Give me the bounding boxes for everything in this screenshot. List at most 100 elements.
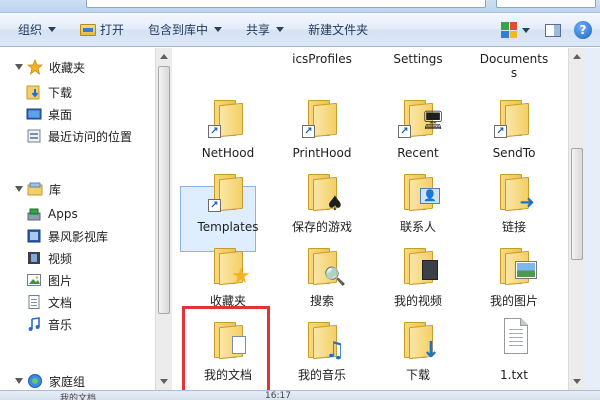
share-label: 共享: [246, 23, 271, 37]
file-label: Templates: [197, 220, 259, 234]
file-label: 下载: [405, 368, 430, 382]
file-item[interactable]: ♠ 保存的游戏: [276, 168, 368, 246]
expand-icon[interactable]: [14, 62, 24, 72]
file-label: 1.txt: [500, 368, 528, 382]
content-scrollbar[interactable]: [568, 48, 585, 390]
help-button[interactable]: ?: [570, 17, 596, 43]
file-label: 保存的游戏: [291, 220, 352, 234]
sidebar-item-label: 音乐: [48, 317, 73, 332]
sidebar-item-music[interactable]: 音乐: [0, 313, 155, 335]
scroll-down-icon[interactable]: [573, 379, 581, 384]
expand-icon[interactable]: [14, 184, 24, 194]
apps-library-icon: [26, 206, 42, 222]
file-item[interactable]: 👤 联系人: [372, 168, 464, 246]
chevron-down-icon: [48, 27, 57, 32]
preview-pane-button[interactable]: [540, 17, 566, 43]
file-item[interactable]: 1.txt: [468, 316, 560, 390]
organize-label: 组织: [18, 23, 43, 37]
contacts-folder-icon: 👤: [398, 168, 440, 212]
pictures-folder-icon: [494, 242, 536, 286]
file-item[interactable]: ♫ 我的音乐: [276, 316, 368, 390]
sidebar-item-favorites[interactable]: 收藏夹: [0, 56, 155, 78]
view-icon: [501, 22, 517, 38]
navigation-pane: 收藏夹 下载 桌面 最近访问的位置 库 Apps 暴风影视库 视频 图片 文档 …: [0, 48, 155, 390]
file-label: 链接: [501, 220, 526, 234]
film-icon: [26, 250, 42, 266]
sidebar-item-label: Apps: [48, 207, 78, 221]
sidebar-item-label: 桌面: [48, 107, 73, 122]
include-in-library-label: 包含到库中: [148, 23, 209, 37]
search-box[interactable]: [496, 0, 596, 8]
sidebar-item-documents[interactable]: 文档: [0, 291, 155, 313]
file-label: PrintHood: [292, 146, 352, 160]
folder-shortcut-icon: ↗: [302, 94, 342, 138]
status-selected-name: 我的文档: [60, 394, 97, 400]
sidebar-item-label: 文档: [48, 295, 73, 310]
scrollbar-thumb[interactable]: [158, 66, 170, 314]
file-label: 我的视频: [393, 294, 442, 308]
address-strip: [0, 0, 600, 13]
scrollbar-thumb[interactable]: [571, 148, 583, 260]
include-in-library-button[interactable]: 包含到库中: [136, 17, 234, 43]
file-label: 我的音乐: [297, 368, 346, 382]
open-button[interactable]: 打开: [68, 17, 136, 43]
sidebar-item-homegroup[interactable]: 家庭组: [0, 370, 155, 390]
file-label: 联系人: [399, 220, 436, 234]
file-item[interactable]: ↓ 下载: [372, 316, 464, 390]
highlight-annotation: [182, 306, 270, 390]
downloads-folder-icon: ↓: [398, 316, 440, 362]
sidebar-item-label: 库: [49, 182, 62, 197]
organize-button[interactable]: 组织: [6, 17, 68, 43]
favorites-folder-icon: ★: [208, 242, 251, 288]
details-pane: 我的文档 16:17: [0, 390, 600, 400]
sidebar-scrollbar[interactable]: [155, 48, 172, 390]
share-button[interactable]: 共享: [234, 17, 296, 43]
sidebar-item-label: 下载: [48, 85, 73, 100]
expand-icon[interactable]: [14, 376, 24, 386]
scroll-down-icon[interactable]: [160, 379, 168, 384]
scroll-up-icon[interactable]: [160, 54, 168, 59]
sidebar-item-apps[interactable]: Apps: [0, 203, 155, 225]
file-item[interactable]: ↗ PrintHood: [276, 94, 368, 172]
sidebar-item-label: 图片: [48, 273, 73, 288]
sidebar-item-pictures[interactable]: 图片: [0, 269, 155, 291]
file-item[interactable]: ↗ NetHood: [182, 94, 274, 172]
chevron-down-icon: [214, 27, 223, 32]
file-item[interactable]: ↗ SendTo: [468, 94, 560, 172]
sidebar-item-desktop[interactable]: 桌面: [0, 103, 155, 125]
folder-icon: ↗: [494, 94, 534, 138]
file-label: 我的图片: [489, 294, 538, 308]
sidebar-item-libraries[interactable]: 库: [0, 178, 155, 200]
links-folder-icon: ➜: [494, 168, 535, 212]
chevron-down-icon: [276, 27, 285, 32]
file-item[interactable]: 我的视频: [372, 242, 464, 320]
file-item[interactable]: 🖥 ↗ Recent: [372, 94, 464, 172]
command-bar: 组织 打开 包含到库中 共享 新建文件夹 ?: [0, 13, 600, 47]
sidebar-item-recent-places[interactable]: 最近访问的位置: [0, 125, 155, 147]
file-label: Settings: [393, 52, 443, 66]
file-label: icsProfiles: [292, 52, 352, 66]
open-folder-icon: [80, 23, 97, 36]
file-item[interactable]: ➜ 链接: [468, 168, 560, 246]
new-folder-button[interactable]: 新建文件夹: [296, 17, 380, 43]
sidebar-item-label: 暴风影视库: [48, 229, 109, 244]
file-label-overflow: s: [510, 66, 518, 80]
sidebar-item-label: 家庭组: [49, 374, 86, 389]
address-bar[interactable]: [86, 0, 486, 8]
sidebar-item-videos[interactable]: 视频: [0, 247, 155, 269]
video-library-icon: [26, 228, 42, 244]
file-item[interactable]: 我的图片: [468, 242, 560, 320]
scroll-up-icon[interactable]: [573, 54, 581, 59]
sidebar-item-downloads[interactable]: 下载: [0, 81, 155, 103]
file-item[interactable]: ↗ Templates: [182, 168, 274, 246]
file-item[interactable]: 🔍 搜索: [276, 242, 368, 320]
folder-shortcut-icon: 🖥 ↗: [398, 94, 444, 138]
file-label: NetHood: [201, 146, 255, 160]
star-icon: [26, 58, 44, 76]
download-folder-icon: [26, 84, 42, 100]
change-view-button[interactable]: [495, 17, 536, 43]
preview-pane-icon: [545, 23, 561, 37]
document-icon: [26, 294, 42, 310]
music-folder-icon: ♫: [302, 316, 345, 362]
sidebar-item-baofeng-video-library[interactable]: 暴风影视库: [0, 225, 155, 247]
